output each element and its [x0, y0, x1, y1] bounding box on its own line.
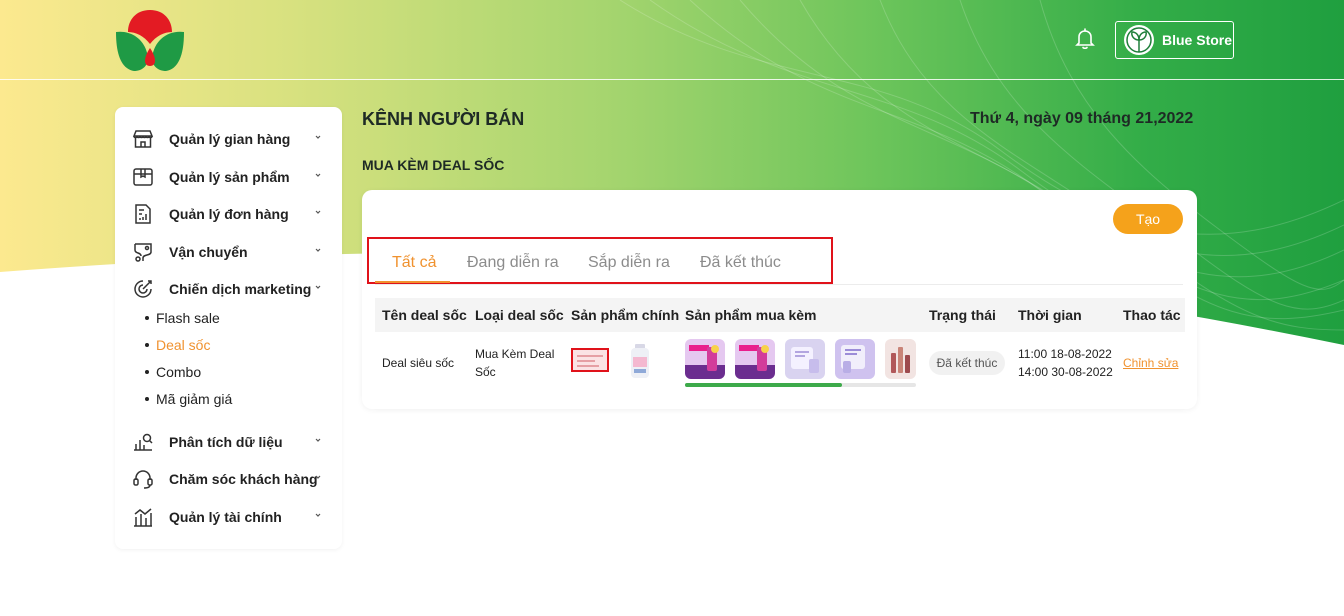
addon-product-image[interactable]: [685, 339, 725, 379]
deal-type-line1: Mua Kèm Deal: [475, 347, 555, 361]
chevron-down-icon: [315, 438, 321, 442]
chevron-down-icon: [315, 513, 321, 517]
sidebar-item-shipping[interactable]: Vận chuyển: [131, 237, 331, 267]
addon-product-image[interactable]: [785, 339, 825, 379]
bell-icon[interactable]: [1072, 26, 1098, 52]
sidebar-item-store-management[interactable]: Quản lý gian hàng: [131, 124, 331, 154]
page-title: KÊNH NGƯỜI BÁN: [362, 109, 525, 129]
headset-icon: [131, 467, 155, 491]
create-button[interactable]: Tạo: [1113, 204, 1183, 234]
data-analysis-icon: [131, 430, 155, 454]
column-header: Thao tác: [1123, 307, 1181, 323]
order-report-icon: [131, 202, 155, 226]
sidebar-item-label: Quản lý đơn hàng: [169, 206, 289, 222]
target-icon: [131, 277, 155, 301]
chevron-down-icon: [315, 210, 321, 214]
column-header: Thời gian: [1018, 307, 1082, 323]
tab-all[interactable]: Tất cả: [392, 254, 436, 272]
status-badge: Đã kết thúc: [929, 351, 1005, 375]
sidebar-subitem-flash-sale[interactable]: Flash sale: [145, 310, 220, 326]
sidebar-item-label: Phân tích dữ liệu: [169, 434, 283, 450]
edit-link[interactable]: Chỉnh sửa: [1123, 356, 1178, 370]
current-date: Thứ 4, ngày 09 tháng 21,2022: [970, 110, 1194, 127]
store-logo-icon: [1124, 25, 1154, 55]
box-icon: [131, 165, 155, 189]
time-end: 14:00 30-08-2022: [1018, 365, 1113, 379]
sidebar-item-label: Chăm sóc khách hàng: [169, 471, 318, 487]
sidebar-item-marketing-campaign[interactable]: Chiến dịch marketing: [131, 274, 331, 304]
sidebar-item-product-management[interactable]: Quản lý sản phẩm: [131, 162, 331, 192]
addon-scroll-progress-fill: [685, 383, 843, 387]
chevron-down-icon: [315, 285, 321, 289]
sidebar-item-data-analysis[interactable]: Phân tích dữ liệu: [131, 427, 331, 457]
addon-product-image[interactable]: [885, 339, 916, 379]
sidebar-item-finance-management[interactable]: Quản lý tài chính: [131, 502, 331, 532]
sidebar-item-label: Vận chuyển: [169, 244, 248, 260]
sidebar-subitem-deal-soc[interactable]: Deal sốc: [145, 337, 210, 353]
active-tab-indicator: [375, 281, 450, 283]
column-header: Tên deal sốc: [382, 307, 467, 323]
sidebar-item-label: Quản lý sản phẩm: [169, 169, 290, 185]
finance-chart-icon: [131, 505, 155, 529]
column-header: Loại deal sốc: [475, 307, 564, 323]
chevron-down-icon: [315, 135, 321, 139]
chevron-down-icon: [315, 173, 321, 177]
main-product-image[interactable]: [628, 343, 652, 379]
sidebar-subitem-voucher[interactable]: Mã giảm giá: [145, 391, 232, 407]
sidebar-item-label: Chiến dịch marketing: [169, 281, 312, 297]
deal-list-card: Tạo Tất cả Đang diễn ra Sắp diễn ra Đã k…: [362, 190, 1197, 409]
store-name: Blue Store: [1162, 32, 1233, 48]
sidebar-item-label: Quản lý tài chính: [169, 509, 282, 525]
tab-ongoing[interactable]: Đang diễn ra: [467, 254, 559, 272]
time-start: 11:00 18-08-2022: [1018, 347, 1112, 361]
sidebar-item-label: Quản lý gian hàng: [169, 131, 291, 147]
column-header: Sản phẩm mua kèm: [685, 307, 817, 323]
main-product-image[interactable]: [571, 347, 609, 373]
brand-logo[interactable]: [114, 8, 186, 72]
store-icon: [131, 127, 155, 151]
chevron-down-icon: [315, 248, 321, 252]
chevron-down-icon: [315, 475, 321, 479]
column-header: Trạng thái: [929, 307, 996, 323]
store-account-button[interactable]: Blue Store: [1115, 21, 1234, 59]
deal-type-line2: Sốc: [475, 365, 496, 379]
section-title: MUA KÈM DEAL SỐC: [362, 157, 505, 173]
addon-product-image[interactable]: [735, 339, 775, 379]
addon-scroll-progress: [685, 383, 916, 387]
tabs-divider: [375, 284, 1183, 285]
sidebar-item-order-management[interactable]: Quản lý đơn hàng: [131, 199, 331, 229]
sidebar-subitem-combo[interactable]: Combo: [145, 364, 201, 380]
sidebar: Quản lý gian hàng Quản lý sản phẩm Quản …: [115, 107, 342, 549]
tab-upcoming[interactable]: Sắp diễn ra: [588, 254, 670, 272]
addon-product-image[interactable]: [835, 339, 875, 379]
tab-ended[interactable]: Đã kết thúc: [700, 254, 781, 272]
sidebar-item-customer-care[interactable]: Chăm sóc khách hàng: [131, 464, 331, 494]
shipping-route-icon: [131, 240, 155, 264]
deal-name: Deal siêu sốc: [382, 356, 455, 370]
column-header: Sản phẩm chính: [571, 307, 680, 323]
